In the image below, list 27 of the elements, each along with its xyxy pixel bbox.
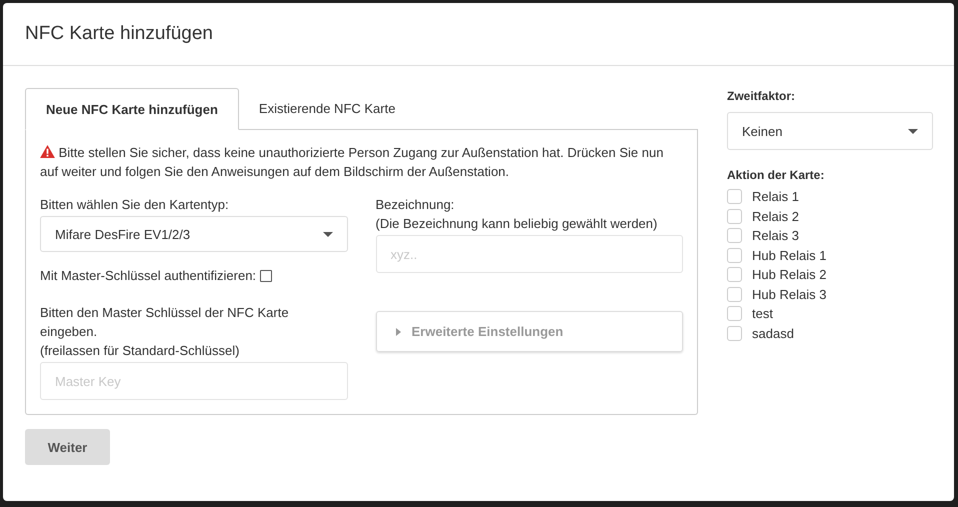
field-label: Zweitfaktor: [727, 88, 796, 104]
caret-icon [396, 328, 400, 336]
warning-icon [40, 145, 55, 158]
field-hint: (freilassen für Standard-Schlüssel) [40, 342, 240, 360]
caret-icon [908, 128, 918, 134]
tab[interactable]: Existierende NFC Karte [238, 88, 416, 130]
checkbox[interactable] [260, 270, 272, 282]
field-label: Bezeichnung: [376, 196, 456, 214]
checkbox-label: Relais 3 [752, 228, 799, 244]
checkbox-label: Hub Relais 1 [752, 248, 826, 263]
field-label: Bitten den Master Schlüssel der NFC Karte eingeben. [40, 304, 290, 341]
field-label: Mit Master-Schlüssel authentifizieren: [40, 267, 256, 285]
warning-message: Bitte stellen Sie sicher, dass keine unauthorizierte Person Zugang zur Außenstation hat. Drücken Sie nun auf weiter und folgen Sie den Anweisungen auf dem Bildschirm der Außenstation. [40, 144, 664, 181]
checkbox-label: Relais 1 [752, 189, 799, 204]
field-label: Bitten wählen Sie den Kartentyp: [40, 196, 230, 214]
dropdown[interactable]: Keinen [727, 112, 933, 150]
checkbox-label: sadasd [752, 326, 794, 341]
caret-icon [322, 232, 332, 236]
checkbox-label: Relais 2 [752, 208, 799, 224]
field-hint: (Die Bezeichnung kann beliebig gewählt werden) [376, 215, 658, 233]
checkbox-label: Hub Relais 3 [752, 286, 826, 302]
dialog-title: NFC Karte hinzufügen [25, 23, 213, 45]
dropdown[interactable]: Mifare DesFire EV1/2/3 [40, 216, 348, 252]
field-label: Aktion der Karte: [727, 167, 826, 183]
checkbox-label: Hub Relais 2 [752, 267, 826, 282]
checkbox-label: test [752, 306, 773, 322]
tab[interactable]: Neue NFC Karte hinzufügen [25, 88, 239, 130]
